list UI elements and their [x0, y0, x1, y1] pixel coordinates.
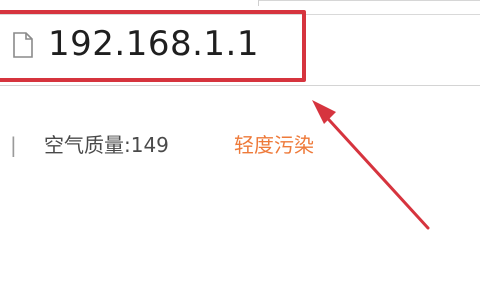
- toolbar-tick: [258, 0, 259, 6]
- toolbar-strip: [0, 0, 480, 8]
- toolbar-divider: [258, 0, 480, 1]
- status-separator: |: [10, 133, 17, 157]
- browser-viewport: 192.168.1.1 | 空气质量:149 轻度污染: [0, 0, 480, 300]
- annotation-highlight-box: [0, 10, 306, 82]
- air-quality-label: 空气质量:149: [44, 133, 169, 157]
- air-quality-status[interactable]: 轻度污染: [234, 132, 314, 158]
- status-line: | 空气质量:149 轻度污染: [0, 128, 480, 162]
